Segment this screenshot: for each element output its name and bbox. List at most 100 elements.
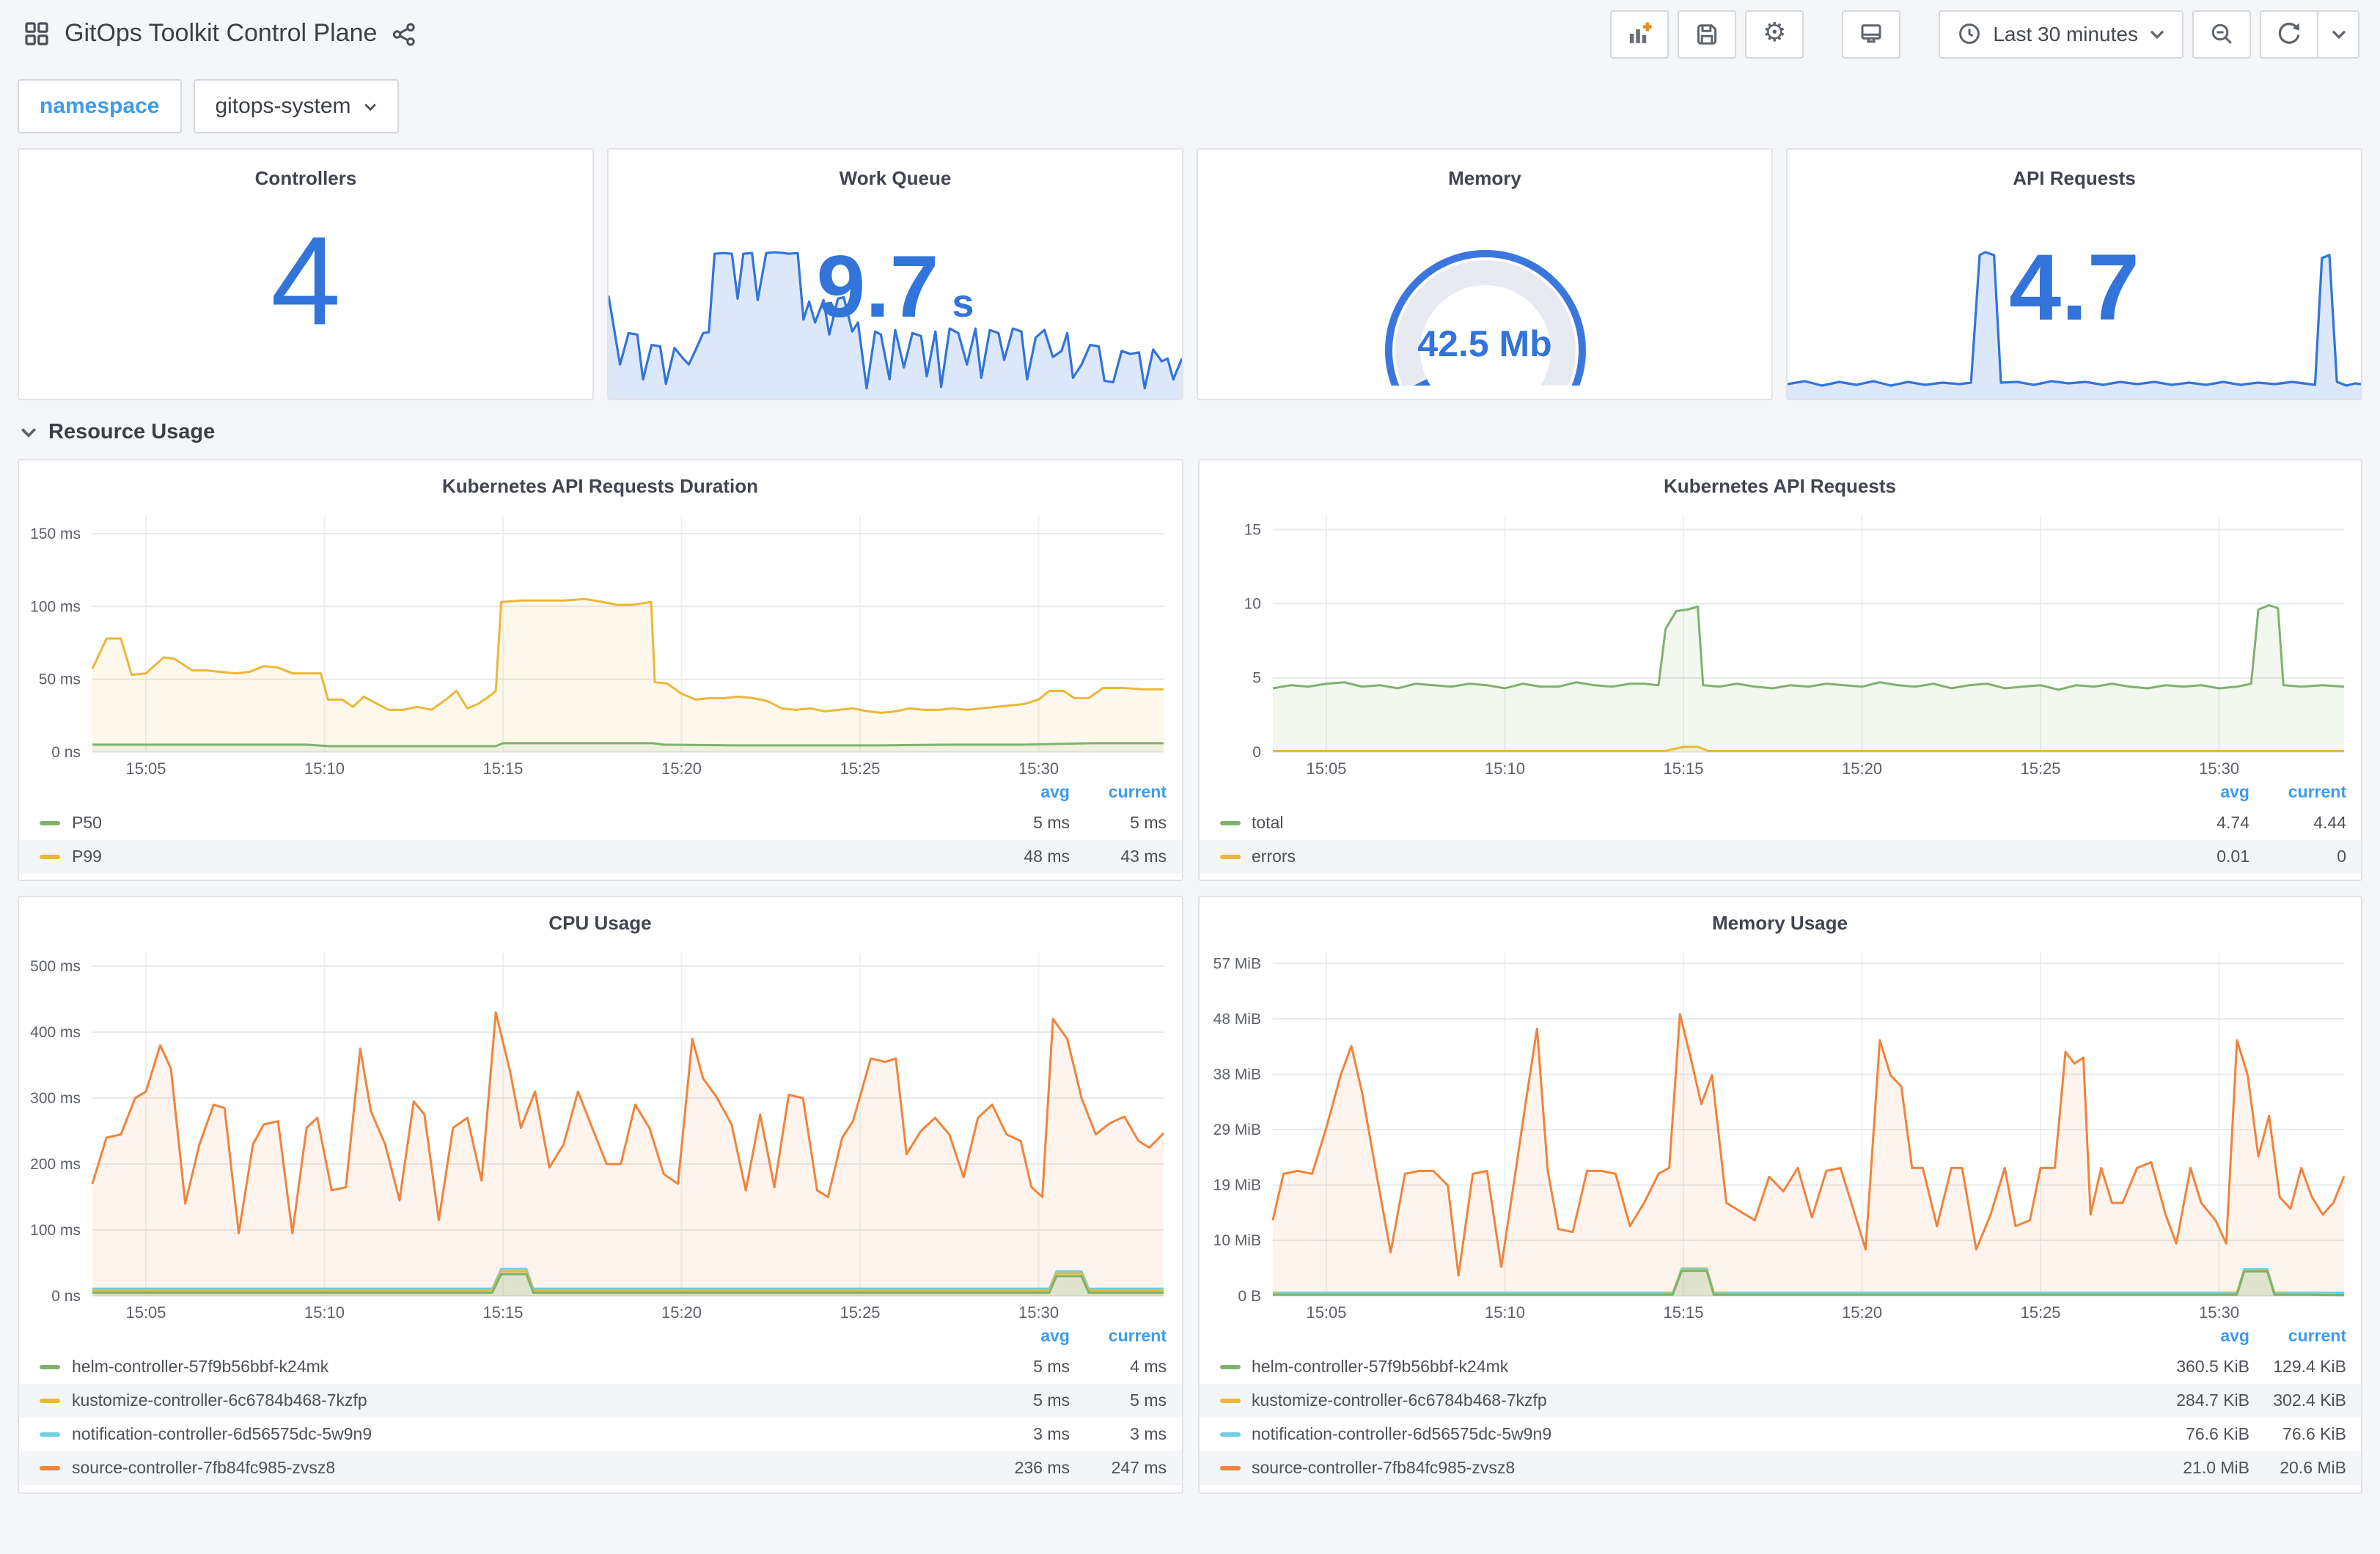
apireq-chart-plot[interactable]: 15:05 15:10 15:15 15:20 15:25 15:30 0 5 10 15 [1199, 504, 2361, 781]
refresh-button[interactable] [2260, 10, 2318, 58]
charts-grid: Kubernetes API Requests Duration 15:05 15… [0, 459, 2380, 1494]
panel-title-cpu[interactable]: CPU Usage [19, 903, 1181, 941]
zoom-out-button[interactable] [2192, 10, 2251, 58]
chevron-down-icon [364, 103, 377, 111]
panel-title-duration[interactable]: Kubernetes API Requests Duration [19, 466, 1181, 504]
svg-text:500 ms: 500 ms [30, 958, 81, 975]
time-range-picker[interactable]: Last 30 minutes [1939, 10, 2183, 58]
series-current-value: 129.4 KiB [2273, 1358, 2346, 1376]
duration-chart-plot[interactable]: 15:05 15:10 15:15 15:20 15:25 15:30 0 ns 50 ms 1… [19, 504, 1181, 781]
legend-row[interactable]: helm-controller-57f9b56bbf-k24mk 360.5 Ki… [1199, 1350, 2361, 1384]
add-panel-button[interactable] [1610, 10, 1670, 58]
series-color-dash [1219, 1466, 1240, 1470]
series-name[interactable]: P99 [72, 848, 973, 866]
legend-header: avg current [19, 1325, 1181, 1350]
chevron-down-icon [2331, 29, 2346, 39]
legend-row[interactable]: source-controller-7fb84fc985-zvsz8 236 ms… [19, 1451, 1181, 1485]
legend-column-avg[interactable]: avg [2153, 784, 2249, 802]
svg-text:15:05: 15:05 [1305, 1303, 1345, 1322]
series-current-value: 76.6 KiB [2282, 1426, 2346, 1443]
panel-k8s-api-requests-duration: Kubernetes API Requests Duration 15:05 15… [18, 459, 1183, 881]
memory-chart-plot[interactable]: 15:05 15:10 15:15 15:20 15:25 15:30 0 B 10 MiB 1… [1199, 941, 2361, 1325]
series-current-value: 4 ms [1130, 1358, 1167, 1376]
legend-row[interactable]: kustomize-controller-6c6784b468-7kzfp 284… [1199, 1384, 2361, 1418]
variable-label-namespace[interactable]: namespace [18, 79, 182, 133]
panel-title-controllers[interactable]: Controllers [19, 158, 592, 196]
legend-row[interactable]: P99 48 ms 43 ms [19, 840, 1181, 874]
svg-text:19 MiB: 19 MiB [1213, 1177, 1260, 1194]
svg-text:57 MiB: 57 MiB [1213, 955, 1260, 972]
time-controls-group: Last 30 minutes [1939, 10, 2359, 58]
controllers-value: 4 [271, 211, 341, 353]
legend-column-avg[interactable]: avg [973, 784, 1070, 802]
variable-value-dropdown[interactable]: gitops-system [193, 79, 400, 133]
series-name[interactable]: kustomize-controller-6c6784b468-7kzfp [1252, 1392, 2153, 1410]
dashboard-settings-button[interactable]: ⚙ [1745, 10, 1804, 58]
legend-column-current[interactable]: current [1070, 784, 1167, 802]
svg-text:200 ms: 200 ms [30, 1156, 81, 1173]
series-name[interactable]: helm-controller-57f9b56bbf-k24mk [72, 1358, 973, 1376]
legend-row[interactable]: kustomize-controller-6c6784b468-7kzfp 5 m… [19, 1384, 1181, 1418]
series-name[interactable]: notification-controller-6d56575dc-5w9n9 [72, 1426, 973, 1443]
api-requests-value: 4.7 [2009, 234, 2140, 340]
svg-text:15:20: 15:20 [1841, 759, 1881, 778]
series-current-value: 3 ms [1130, 1426, 1167, 1443]
panel-api-requests: API Requests 4.7 [1786, 148, 2362, 400]
series-name[interactable]: helm-controller-57f9b56bbf-k24mk [1252, 1358, 2153, 1376]
series-avg-value: 284.7 KiB [2176, 1392, 2249, 1410]
svg-text:15:15: 15:15 [483, 759, 524, 778]
duration-legend: avg current P50 5 ms 5 ms P99 48 ms 43 ms [19, 781, 1181, 880]
panel-memory: Memory 42.5 Mb [1197, 148, 1773, 400]
series-name[interactable]: source-controller-7fb84fc985-zvsz8 [72, 1459, 973, 1477]
series-color-dash [40, 1365, 60, 1369]
apireq-legend: avg current total 4.74 4.44 errors 0.01 0 [1199, 781, 2361, 880]
panel-title-work-queue[interactable]: Work Queue [609, 158, 1182, 196]
svg-text:15:25: 15:25 [2020, 1303, 2060, 1322]
panel-title-apireq[interactable]: Kubernetes API Requests [1199, 466, 2361, 504]
series-color-dash [40, 855, 60, 859]
panel-title-memory-usage[interactable]: Memory Usage [1199, 903, 2361, 941]
series-name[interactable]: source-controller-7fb84fc985-zvsz8 [1252, 1459, 2153, 1477]
legend-row[interactable]: notification-controller-6d56575dc-5w9n9 3… [19, 1418, 1181, 1451]
series-avg-value: 48 ms [1024, 848, 1070, 866]
svg-text:38 MiB: 38 MiB [1213, 1066, 1260, 1083]
tv-mode-button[interactable] [1842, 10, 1901, 58]
panel-title-api-requests[interactable]: API Requests [1788, 158, 2361, 196]
legend-column-avg[interactable]: avg [2153, 1328, 2249, 1346]
svg-text:10: 10 [1244, 596, 1260, 613]
series-name[interactable]: kustomize-controller-6c6784b468-7kzfp [72, 1392, 973, 1410]
legend-row[interactable]: total 4.74 4.44 [1199, 806, 2361, 840]
save-dashboard-button[interactable] [1678, 10, 1737, 58]
refresh-interval-dropdown[interactable] [2318, 10, 2359, 58]
legend-row[interactable]: helm-controller-57f9b56bbf-k24mk 5 ms 4 ms [19, 1350, 1181, 1384]
series-name[interactable]: errors [1252, 848, 2153, 866]
svg-text:50 ms: 50 ms [39, 671, 81, 688]
series-current-value: 5 ms [1130, 1392, 1167, 1410]
legend-row[interactable]: source-controller-7fb84fc985-zvsz8 21.0 M… [1199, 1451, 2361, 1485]
legend-row[interactable]: P50 5 ms 5 ms [19, 806, 1181, 840]
series-name[interactable]: total [1252, 814, 2153, 832]
memory-gauge-value: 42.5 Mb [1417, 324, 1552, 366]
share-icon[interactable] [392, 21, 416, 46]
series-current-value: 247 ms [1111, 1459, 1167, 1477]
series-name[interactable]: notification-controller-6d56575dc-5w9n9 [1252, 1426, 2153, 1443]
legend-column-current[interactable]: current [2249, 784, 2346, 802]
svg-text:10 MiB: 10 MiB [1213, 1232, 1260, 1249]
svg-text:0 B: 0 B [1237, 1288, 1260, 1305]
legend-column-current[interactable]: current [2249, 1328, 2346, 1346]
legend-column-avg[interactable]: avg [973, 1328, 1070, 1346]
memory-gauge: 42.5 Mb [1198, 191, 1771, 393]
legend-column-current[interactable]: current [1070, 1328, 1167, 1346]
chevron-down-icon [2150, 29, 2164, 39]
dashboard-grid-icon[interactable] [23, 21, 50, 47]
series-avg-value: 5 ms [1033, 1392, 1070, 1410]
legend-row[interactable]: notification-controller-6d56575dc-5w9n9 7… [1199, 1418, 2361, 1451]
cpu-chart-plot[interactable]: 15:05 15:10 15:15 15:20 15:25 15:30 0 ns 100 ms… [19, 941, 1181, 1325]
svg-text:15:05: 15:05 [125, 759, 166, 778]
row-header-resource-usage[interactable]: Resource Usage [0, 400, 2380, 456]
legend-header: avg current [19, 781, 1181, 806]
series-current-value: 4.44 [2313, 814, 2346, 832]
series-name[interactable]: P50 [72, 814, 973, 832]
svg-text:0: 0 [1252, 744, 1260, 761]
legend-row[interactable]: errors 0.01 0 [1199, 840, 2361, 874]
